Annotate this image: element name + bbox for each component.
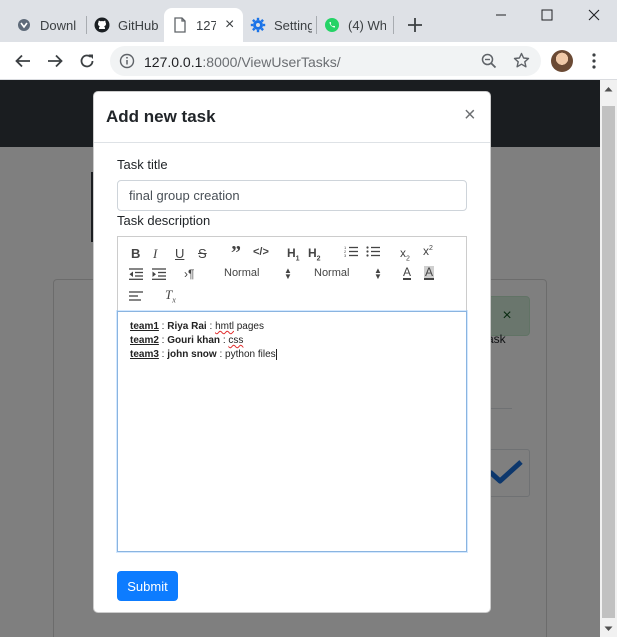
superscript-icon[interactable]: x2	[423, 244, 433, 258]
add-task-modal: Add new task × Task title final group cr…	[93, 91, 491, 613]
text-direction-icon[interactable]: ›¶	[184, 267, 194, 281]
browser-tab-downloads[interactable]: Downl	[8, 8, 86, 42]
browser-tab-github[interactable]: GitHub	[87, 8, 164, 42]
star-icon[interactable]	[513, 52, 530, 74]
text-color-icon[interactable]: A	[403, 266, 412, 280]
font-size-select[interactable]: Normal ▲ ▼	[314, 267, 382, 281]
browser-toolbar: 127.0.0.1:8000/ViewUserTasks/	[0, 42, 617, 80]
browser-tab-settings[interactable]: Setting	[243, 8, 315, 42]
browser-tab-whatsapp[interactable]: (4) Wh	[317, 8, 393, 42]
text-cursor	[275, 348, 277, 360]
scroll-up-arrow-icon[interactable]	[600, 80, 617, 97]
scroll-down-arrow-icon[interactable]	[600, 620, 617, 637]
work-item: python files	[225, 349, 276, 360]
reload-button[interactable]	[75, 49, 99, 73]
editor-toolbar: B I U S ” </> H1 H2 123 x2 x2 ›¶ Normal …	[117, 236, 467, 312]
reload-icon	[80, 54, 94, 68]
bullet-list-icon[interactable]	[366, 245, 380, 260]
close-window-button[interactable]	[571, 0, 617, 30]
svg-text:3: 3	[344, 253, 347, 257]
menu-button[interactable]	[586, 52, 602, 70]
task-description-editor[interactable]: team1 : Riya Rai : hmtl pages team2 : Go…	[117, 311, 467, 552]
editor-line: team1 : Riya Rai : hmtl pages	[130, 321, 264, 332]
tab-close-icon[interactable]: ×	[225, 16, 234, 34]
member-name: john snow	[167, 349, 217, 360]
more-vert-icon	[592, 53, 596, 69]
select-arrows-icon: ▲ ▼	[374, 266, 382, 281]
select-arrows-icon: ▲ ▼	[284, 266, 292, 281]
address-bar[interactable]: 127.0.0.1:8000/ViewUserTasks/	[110, 46, 541, 76]
submit-button[interactable]: Submit	[117, 571, 178, 601]
member-name: Riya Rai	[167, 321, 207, 332]
header-size-value: Normal	[224, 267, 260, 279]
download-favicon-icon	[16, 17, 32, 33]
info-icon[interactable]	[119, 53, 135, 74]
header-1-icon[interactable]: H1	[287, 246, 300, 262]
maximize-icon	[541, 9, 553, 21]
member-name: Gouri khan	[167, 335, 221, 346]
align-icon[interactable]	[129, 290, 143, 305]
team-label: team3	[130, 349, 159, 360]
modal-close-button[interactable]: ×	[464, 104, 476, 127]
blockquote-icon[interactable]: ”	[231, 242, 241, 265]
editor-line: team2 : Gouri khan : css	[130, 335, 244, 346]
browser-tab-strip: Downl GitHub 127 × Setting (4) Wh	[0, 0, 617, 42]
work-item: css	[228, 335, 244, 346]
indent-icon[interactable]	[152, 268, 166, 283]
profile-avatar[interactable]	[551, 50, 573, 72]
back-button[interactable]	[11, 49, 35, 73]
modal-header: Add new task ×	[94, 92, 490, 143]
header-size-select[interactable]: Normal ▲ ▼	[224, 267, 292, 281]
new-tab-button[interactable]	[404, 14, 426, 36]
minimize-button[interactable]	[478, 0, 524, 30]
team-label: team2	[130, 335, 159, 346]
zoom-out-icon[interactable]	[481, 53, 497, 74]
minimize-icon	[496, 14, 506, 16]
github-icon	[94, 17, 110, 33]
task-title-label: Task title	[117, 157, 168, 172]
subscript-icon[interactable]: x2	[400, 246, 410, 262]
header-2-icon[interactable]: H2	[308, 246, 321, 262]
italic-icon[interactable]: I	[153, 246, 157, 262]
outdent-icon[interactable]	[129, 268, 143, 283]
page-scrollbar[interactable]	[600, 80, 617, 637]
team-label: team1	[130, 321, 159, 332]
arrow-left-icon	[15, 54, 30, 68]
scrollbar-thumb[interactable]	[602, 106, 615, 618]
maximize-button[interactable]	[524, 0, 570, 30]
plus-icon	[408, 18, 422, 32]
underline-icon[interactable]: U	[175, 246, 184, 261]
font-size-value: Normal	[314, 267, 350, 279]
gear-icon	[250, 17, 266, 33]
page-icon	[172, 17, 188, 33]
work-item: hmtl	[215, 321, 234, 332]
task-description-label: Task description	[117, 213, 211, 228]
editor-line: team3 : john snow : python files	[130, 348, 277, 360]
modal-title: Add new task	[106, 107, 216, 126]
task-title-input[interactable]: final group creation	[117, 180, 467, 211]
background-color-icon[interactable]: A	[424, 266, 435, 280]
ordered-list-icon[interactable]: 123	[344, 245, 358, 260]
url-path: :8000/ViewUserTasks/	[202, 54, 341, 70]
whatsapp-icon	[324, 17, 340, 33]
clear-format-icon[interactable]: Tx	[165, 287, 176, 305]
forward-button[interactable]	[43, 49, 67, 73]
browser-tab-active[interactable]: 127 ×	[164, 8, 243, 42]
strikethrough-icon[interactable]: S	[198, 246, 207, 261]
url-host: 127.0.0.1	[144, 54, 203, 70]
bold-icon[interactable]: B	[131, 246, 140, 261]
arrow-right-icon	[48, 54, 63, 68]
close-icon	[588, 9, 600, 21]
code-block-icon[interactable]: </>	[253, 246, 269, 258]
